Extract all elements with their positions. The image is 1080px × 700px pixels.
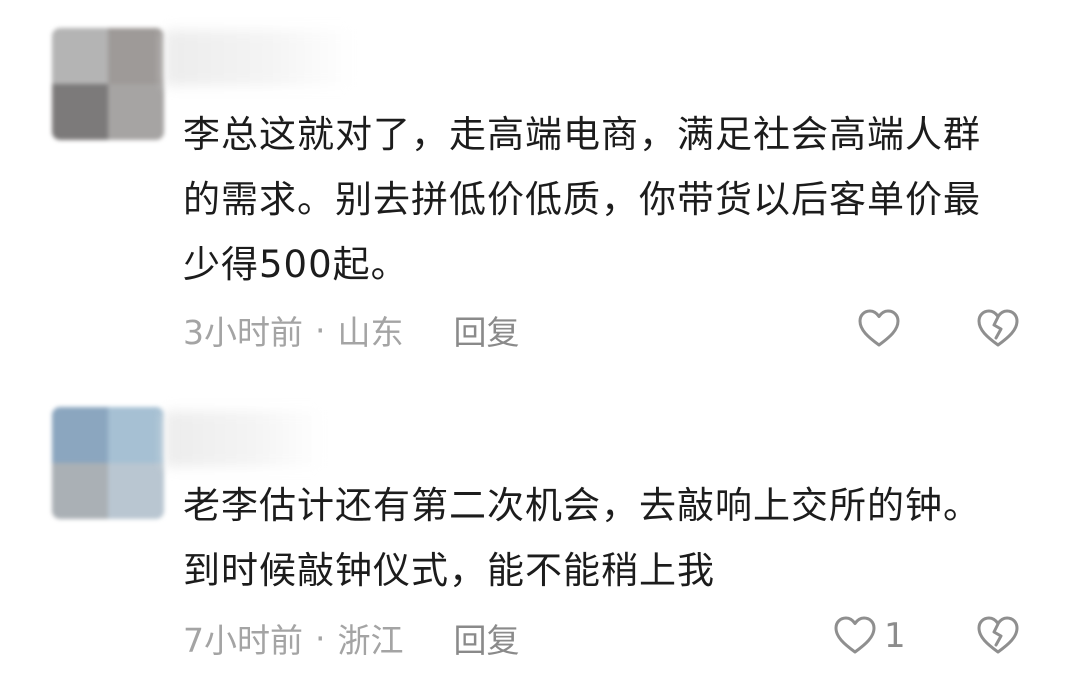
heart-outline-icon: [858, 309, 900, 347]
comment-location: 浙江: [337, 621, 404, 660]
comment-meta: 3小时前 · 山东 回复: [183, 305, 520, 355]
dislike-button[interactable]: [974, 306, 1022, 356]
comment-item: 老李估计还有第二次机会，去敲响上交所的钟。到时候敲钟仪式，能不能稍上我 7小时前…: [0, 385, 1080, 700]
avatar-cell: [52, 463, 108, 519]
reply-button[interactable]: 回复: [454, 306, 520, 354]
like-count: 1: [884, 616, 906, 656]
avatar-cell: [52, 84, 108, 140]
like-button[interactable]: 1: [832, 613, 906, 659]
comment-item: 李总这就对了，走高端电商，满足社会高端人群的需求。别去拼低价低质，你带货以后客单…: [0, 0, 1080, 385]
comment-location: 山东: [337, 313, 404, 352]
broken-heart-icon: [977, 309, 1019, 347]
avatar-cell: [52, 28, 108, 84]
comment-text: 李总这就对了，走高端电商，满足社会高端人群的需求。别去拼低价低质，你带货以后客单…: [183, 113, 981, 286]
comment-time: 3小时前: [183, 313, 303, 352]
reply-button[interactable]: 回复: [454, 614, 520, 662]
heart-outline-icon: [834, 616, 876, 654]
meta-separator: ·: [315, 310, 326, 350]
avatar-cell: [52, 407, 108, 463]
dislike-button[interactable]: [974, 613, 1022, 663]
avatar[interactable]: [52, 28, 164, 140]
broken-heart-icon: [977, 616, 1019, 654]
username-blurred[interactable]: [165, 411, 325, 467]
avatar-cell: [108, 28, 164, 84]
avatar-cell: [108, 407, 164, 463]
like-button[interactable]: [856, 306, 908, 352]
avatar-cell: [108, 84, 164, 140]
comment-meta: 7小时前 · 浙江 回复: [183, 613, 520, 663]
username-blurred[interactable]: [165, 30, 355, 86]
avatar[interactable]: [52, 407, 164, 519]
avatar-cell: [108, 463, 164, 519]
meta-separator: ·: [315, 618, 326, 658]
comment-time: 7小时前: [183, 621, 303, 660]
comment-text: 老李估计还有第二次机会，去敲响上交所的钟。到时候敲钟仪式，能不能稍上我: [183, 484, 981, 592]
